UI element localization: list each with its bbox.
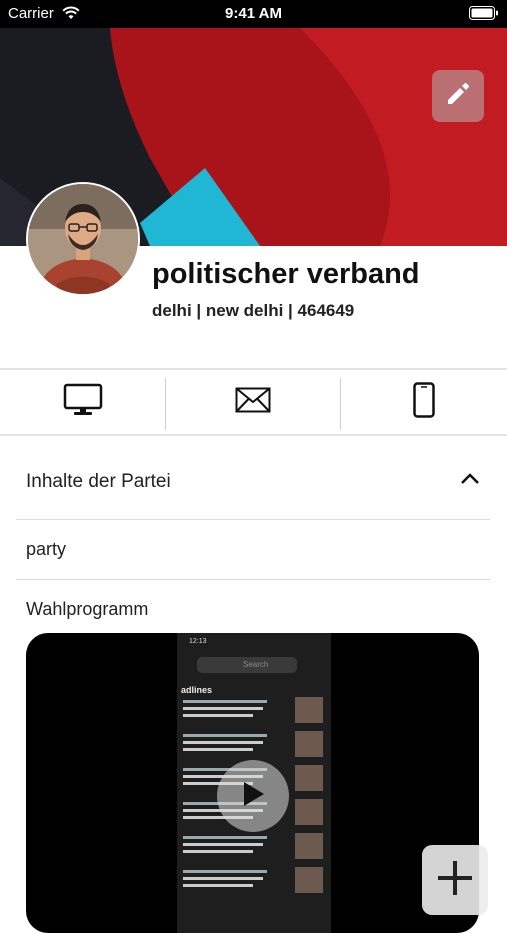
video-headline-label: adlines [181,685,213,695]
list-item-party[interactable]: party [16,520,490,580]
phone-icon [413,381,435,423]
email-button[interactable] [166,370,340,434]
chevron-up-icon[interactable] [460,472,480,491]
play-icon [240,780,266,813]
edit-cover-button[interactable] [432,70,484,122]
website-button[interactable] [0,370,165,434]
news-row [183,731,323,759]
profile-name: politischer verband [152,258,420,290]
party-content-section-header[interactable]: Inhalte der Partei [16,444,490,520]
battery-icon [469,6,499,24]
news-row [183,867,323,895]
video-search-placeholder: Search [243,660,269,669]
status-bar: Carrier 9:41 AM [0,0,507,28]
pencil-icon [445,81,471,112]
section-title: Inhalte der Partei [26,471,171,492]
profile-location: delhi | new delhi | 464649 [152,301,355,320]
call-button[interactable] [341,370,507,434]
monitor-icon [63,383,103,422]
add-button[interactable] [422,845,488,915]
mail-icon [235,387,271,418]
news-row [183,833,323,861]
contact-actions [0,368,507,436]
video-player[interactable]: 12:13 Search adlines [26,633,479,933]
clock: 9:41 AM [225,5,282,22]
video-phone-time: 12:13 [189,638,207,645]
plus-icon [435,858,475,903]
list-item-label: Wahlprogramm [26,599,149,619]
list-item-label: party [26,539,67,559]
video-search-box: Search [197,657,297,673]
play-button[interactable] [217,760,289,832]
profile-avatar [26,182,140,296]
list-item-wahlprogramm[interactable]: Wahlprogramm [16,580,490,640]
news-row [183,697,323,725]
